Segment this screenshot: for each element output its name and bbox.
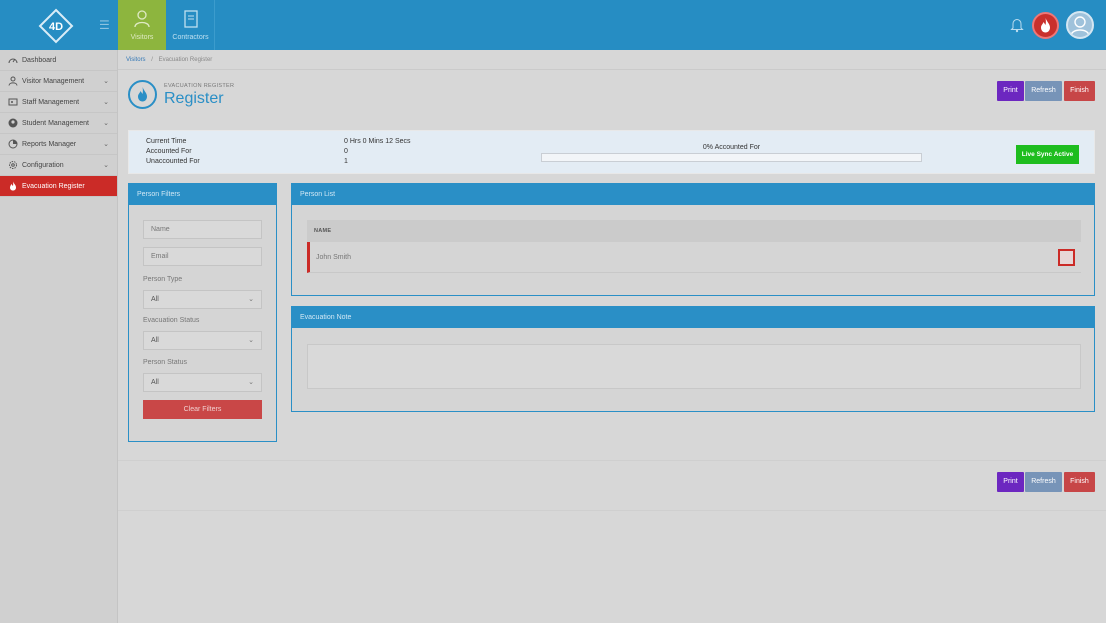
avatar-icon — [1070, 16, 1090, 37]
divider — [118, 460, 1106, 461]
person-type-value: All — [151, 296, 159, 303]
sidebar-item-label: Dashboard — [22, 57, 57, 64]
menu-icon[interactable]: ☰ — [99, 19, 110, 31]
page-subtitle: EVACUATION REGISTER — [164, 83, 235, 89]
accounted-label: Accounted For — [146, 148, 192, 155]
live-sync-badge: Live Sync Active — [1016, 145, 1079, 164]
person-status-select[interactable]: All ⌄ — [143, 373, 262, 392]
finish-button-bottom[interactable]: Finish — [1064, 472, 1095, 492]
finish-button[interactable]: Finish — [1064, 81, 1095, 101]
tab-contractors-label: Contractors — [172, 34, 209, 41]
progress-label: 0% Accounted For — [702, 144, 761, 151]
person-status-label: Person Status — [143, 359, 187, 366]
flame-icon — [1041, 18, 1050, 33]
user-avatar-button[interactable] — [1066, 11, 1094, 39]
flame-icon — [138, 87, 147, 102]
sidebar-item-visitor-management[interactable]: Visitor Management ⌄ — [0, 71, 117, 92]
sidebar-item-student-management[interactable]: Student Management ⌄ — [0, 113, 117, 134]
sidebar-item-label: Student Management — [22, 120, 89, 127]
sidebar-item-label: Reports Manager — [22, 141, 77, 148]
clear-filters-button[interactable]: Clear Filters — [143, 400, 262, 419]
sidebar: Dashboard Visitor Management ⌄ Staff Man… — [0, 50, 118, 623]
chevron-down-icon: ⌄ — [103, 99, 109, 106]
refresh-button-bottom[interactable]: Refresh — [1025, 472, 1062, 492]
top-bar: 4D ☰ Visitors Contractors — [0, 0, 1106, 50]
sidebar-item-label: Evacuation Register — [22, 183, 85, 190]
chevron-down-icon: ⌄ — [103, 120, 109, 127]
name-filter-input[interactable]: Name — [143, 220, 262, 239]
user-icon — [8, 76, 18, 86]
accounted-value: 0 — [344, 148, 348, 155]
tab-contractors[interactable]: Contractors — [167, 0, 215, 50]
sidebar-item-staff-management[interactable]: Staff Management ⌄ — [0, 92, 117, 113]
reports-icon — [8, 139, 18, 149]
current-time-label: Current Time — [146, 138, 187, 145]
breadcrumb-visitors-link[interactable]: Visitors — [126, 57, 146, 63]
refresh-button[interactable]: Refresh — [1025, 81, 1062, 101]
chevron-down-icon: ⌄ — [248, 379, 254, 386]
evacuation-status-value: All — [151, 337, 159, 344]
unaccounted-value: 1 — [344, 158, 348, 165]
person-list-panel: Person List NAME John Smith — [291, 183, 1095, 296]
sidebar-item-reports-manager[interactable]: Reports Manager ⌄ — [0, 134, 117, 155]
evacuation-stats: Current Time 0 Hrs 0 Mins 12 Secs Accoun… — [128, 130, 1095, 174]
divider — [118, 510, 1106, 511]
person-filters-title: Person Filters — [129, 184, 276, 205]
flame-icon — [10, 181, 16, 191]
document-icon — [184, 10, 198, 28]
svg-text:4D: 4D — [49, 21, 63, 33]
main-content: Visitors / Evacuation Register EVACUATIO… — [118, 50, 1106, 623]
person-filters-panel: Person Filters Name Email Person Type Al… — [128, 183, 277, 442]
sidebar-item-dashboard[interactable]: Dashboard — [0, 50, 117, 71]
sidebar-item-configuration[interactable]: Configuration ⌄ — [0, 155, 117, 176]
breadcrumb-separator: / — [151, 57, 153, 63]
tab-visitors[interactable]: Visitors — [118, 0, 166, 50]
sidebar-item-evacuation-register[interactable]: Evacuation Register — [0, 176, 117, 197]
sidebar-item-label: Configuration — [22, 162, 64, 169]
student-icon — [8, 118, 18, 128]
breadcrumb-current: Evacuation Register — [158, 57, 213, 63]
page-title: Register — [164, 90, 224, 107]
dashboard-icon — [8, 58, 18, 64]
print-button-bottom[interactable]: Print — [997, 472, 1024, 492]
evacuation-note-title: Evacuation Note — [292, 307, 1094, 328]
person-list-title: Person List — [292, 184, 1094, 205]
current-time-value: 0 Hrs 0 Mins 12 Secs — [344, 138, 411, 145]
evacuation-status-label: Evacuation Status — [143, 317, 200, 324]
chevron-down-icon: ⌄ — [103, 162, 109, 169]
bell-icon[interactable] — [1010, 17, 1024, 33]
staff-icon — [8, 98, 18, 106]
user-icon — [134, 10, 150, 28]
evacuation-status-select[interactable]: All ⌄ — [143, 331, 262, 350]
logo-icon[interactable]: 4D — [38, 8, 74, 44]
name-column-header[interactable]: NAME — [307, 220, 1081, 242]
person-type-select[interactable]: All ⌄ — [143, 290, 262, 309]
evacuation-note-textarea[interactable] — [307, 344, 1081, 389]
email-filter-input[interactable]: Email — [143, 247, 262, 266]
person-name: John Smith — [316, 254, 352, 261]
person-status-value: All — [151, 379, 159, 386]
sidebar-item-label: Staff Management — [22, 99, 80, 106]
accounted-progress-bar — [541, 153, 922, 162]
register-header-icon — [128, 80, 157, 109]
evacuation-alert-button[interactable] — [1032, 12, 1059, 39]
sidebar-item-label: Visitor Management — [22, 78, 85, 85]
person-type-label: Person Type — [143, 276, 183, 283]
print-button[interactable]: Print — [997, 81, 1024, 101]
gear-icon — [9, 161, 17, 169]
account-checkbox[interactable] — [1058, 249, 1075, 266]
chevron-down-icon: ⌄ — [248, 337, 254, 344]
chevron-down-icon: ⌄ — [103, 141, 109, 148]
evacuation-note-panel: Evacuation Note — [291, 306, 1095, 412]
chevron-down-icon: ⌄ — [103, 78, 109, 85]
breadcrumb: Visitors / Evacuation Register — [118, 50, 1106, 70]
tab-visitors-label: Visitors — [130, 34, 154, 41]
table-row[interactable]: John Smith — [307, 242, 1081, 273]
chevron-down-icon: ⌄ — [248, 296, 254, 303]
unaccounted-label: Unaccounted For — [146, 158, 200, 165]
